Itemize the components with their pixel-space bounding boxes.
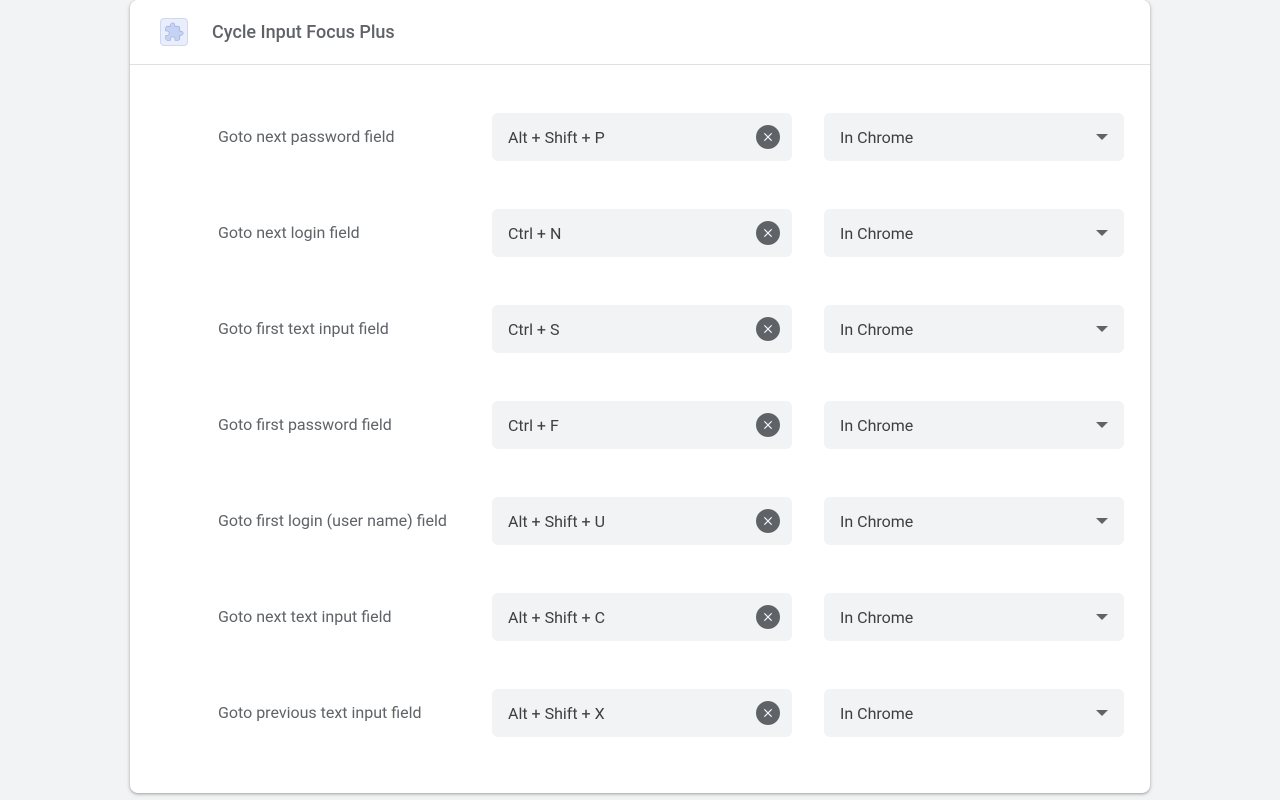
- chevron-down-icon: [1096, 134, 1108, 140]
- shortcut-key-text: Alt + Shift + X: [508, 704, 605, 723]
- shortcut-input[interactable]: Alt + Shift + P: [492, 113, 792, 161]
- scope-select[interactable]: In Chrome: [824, 305, 1124, 353]
- close-icon: [761, 610, 775, 624]
- shortcut-input[interactable]: Alt + Shift + X: [492, 689, 792, 737]
- scope-text: In Chrome: [840, 608, 913, 627]
- shortcut-label: Goto first login (user name) field: [218, 509, 460, 533]
- scope-text: In Chrome: [840, 224, 913, 243]
- clear-shortcut-button[interactable]: [756, 509, 780, 533]
- shortcut-row: Goto next password field Alt + Shift + P…: [130, 89, 1150, 185]
- shortcut-label: Goto first password field: [218, 413, 460, 437]
- clear-shortcut-button[interactable]: [756, 413, 780, 437]
- scope-select[interactable]: In Chrome: [824, 593, 1124, 641]
- clear-shortcut-button[interactable]: [756, 125, 780, 149]
- close-icon: [761, 130, 775, 144]
- shortcut-row: Goto first login (user name) field Alt +…: [130, 473, 1150, 569]
- close-icon: [761, 226, 775, 240]
- shortcut-input[interactable]: Ctrl + S: [492, 305, 792, 353]
- shortcut-key-text: Ctrl + N: [508, 224, 561, 243]
- shortcut-row: Goto first text input field Ctrl + S In …: [130, 281, 1150, 377]
- chevron-down-icon: [1096, 326, 1108, 332]
- chevron-down-icon: [1096, 422, 1108, 428]
- shortcut-key-text: Alt + Shift + C: [508, 608, 605, 627]
- shortcut-input[interactable]: Alt + Shift + U: [492, 497, 792, 545]
- scope-select[interactable]: In Chrome: [824, 401, 1124, 449]
- close-icon: [761, 706, 775, 720]
- shortcut-key-text: Ctrl + S: [508, 320, 559, 339]
- extension-shortcuts-card: Cycle Input Focus Plus Goto next passwor…: [130, 0, 1150, 793]
- scope-text: In Chrome: [840, 512, 913, 531]
- scope-select[interactable]: In Chrome: [824, 113, 1124, 161]
- scope-select[interactable]: In Chrome: [824, 209, 1124, 257]
- chevron-down-icon: [1096, 230, 1108, 236]
- close-icon: [761, 418, 775, 432]
- shortcut-label: Goto first text input field: [218, 317, 460, 341]
- clear-shortcut-button[interactable]: [756, 317, 780, 341]
- shortcut-key-text: Alt + Shift + P: [508, 128, 605, 147]
- shortcut-key-text: Ctrl + F: [508, 416, 559, 435]
- extension-title: Cycle Input Focus Plus: [212, 22, 395, 43]
- scope-select[interactable]: In Chrome: [824, 689, 1124, 737]
- scope-text: In Chrome: [840, 416, 913, 435]
- shortcut-row: Goto next text input field Alt + Shift +…: [130, 569, 1150, 665]
- scope-text: In Chrome: [840, 320, 913, 339]
- clear-shortcut-button[interactable]: [756, 605, 780, 629]
- close-icon: [761, 514, 775, 528]
- shortcut-row: Goto next login field Ctrl + N In Chrome: [130, 185, 1150, 281]
- chevron-down-icon: [1096, 614, 1108, 620]
- shortcuts-list: Goto next password field Alt + Shift + P…: [130, 65, 1150, 793]
- shortcut-input[interactable]: Alt + Shift + C: [492, 593, 792, 641]
- shortcut-label: Goto next password field: [218, 125, 460, 149]
- chevron-down-icon: [1096, 518, 1108, 524]
- clear-shortcut-button[interactable]: [756, 221, 780, 245]
- shortcut-label: Goto previous text input field: [218, 701, 460, 725]
- scope-select[interactable]: In Chrome: [824, 497, 1124, 545]
- shortcut-row: Goto first password field Ctrl + F In Ch…: [130, 377, 1150, 473]
- extension-puzzle-icon: [160, 18, 188, 46]
- clear-shortcut-button[interactable]: [756, 701, 780, 725]
- chevron-down-icon: [1096, 710, 1108, 716]
- shortcut-input[interactable]: Ctrl + F: [492, 401, 792, 449]
- shortcut-label: Goto next text input field: [218, 605, 460, 629]
- shortcut-input[interactable]: Ctrl + N: [492, 209, 792, 257]
- shortcut-row: Goto previous text input field Alt + Shi…: [130, 665, 1150, 761]
- scope-text: In Chrome: [840, 128, 913, 147]
- close-icon: [761, 322, 775, 336]
- scope-text: In Chrome: [840, 704, 913, 723]
- shortcut-key-text: Alt + Shift + U: [508, 512, 605, 531]
- card-header: Cycle Input Focus Plus: [130, 0, 1150, 65]
- shortcut-label: Goto next login field: [218, 221, 460, 245]
